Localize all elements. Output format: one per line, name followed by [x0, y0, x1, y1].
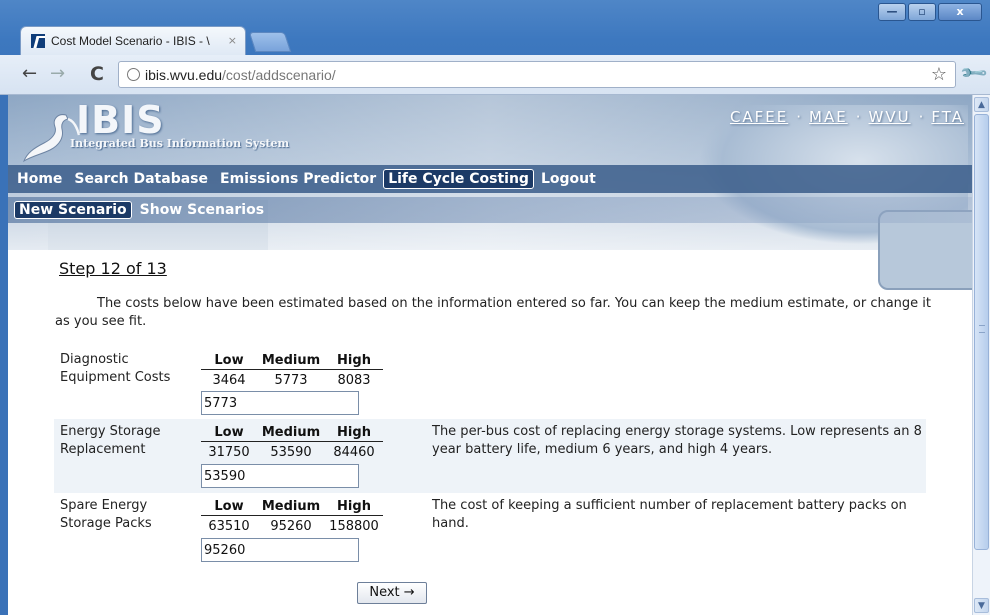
nav-home[interactable]: Home [12, 169, 67, 189]
high-value: 84460 [333, 444, 375, 460]
window-frame [0, 95, 8, 615]
page-viewport: IBIS Integrated Bus Information System C… [8, 95, 972, 615]
col-high-header: High [337, 425, 371, 440]
tab-title: Cost Model Scenario - IBIS - \ [51, 34, 210, 48]
url-host: ibis.wvu.edu [145, 66, 223, 83]
row-label: Energy Storage Replacement [60, 424, 161, 457]
vertical-scrollbar[interactable]: ▲ ▼ [972, 95, 990, 615]
medium-value: 5773 [274, 372, 308, 388]
cost-row-diagnostic: Diagnostic Equipment Costs Low Medium Hi… [54, 347, 926, 419]
site-logo[interactable]: IBIS [76, 98, 165, 142]
next-button[interactable]: Next → [357, 582, 427, 604]
cost-row-energy-storage: Energy Storage Replacement Low Medium Hi… [54, 419, 926, 493]
link-fta[interactable]: FTA [931, 108, 964, 126]
row-label: Diagnostic Equipment Costs [60, 352, 171, 385]
link-mae[interactable]: MAE [809, 108, 848, 126]
col-medium-header: Medium [261, 425, 321, 440]
browser-tab[interactable]: Cost Model Scenario - IBIS - \ × [20, 26, 246, 55]
header-banner: IBIS Integrated Bus Information System C… [8, 95, 972, 290]
col-low-header: Low [214, 353, 244, 368]
subnav-new-scenario[interactable]: New Scenario [14, 201, 132, 219]
low-value: 63510 [208, 518, 250, 534]
link-separator: · [796, 108, 802, 126]
col-low-header: Low [214, 499, 244, 514]
row-label: Spare Energy Storage Packs [60, 498, 152, 531]
link-cafee[interactable]: CAFEE [730, 108, 788, 126]
url-path: /cost/addscenario/ [222, 66, 336, 83]
sub-navigation: New Scenario Show Scenarios [8, 197, 972, 223]
main-navigation: Home Search Database Emissions Predictor… [8, 165, 972, 193]
low-value: 31750 [208, 444, 250, 460]
scroll-up-arrow-icon[interactable]: ▲ [974, 97, 989, 112]
high-value: 158800 [329, 518, 379, 534]
new-tab-button[interactable] [248, 32, 292, 52]
row-description: The per-bus cost of replacing energy sto… [432, 424, 922, 457]
col-high-header: High [337, 499, 371, 514]
medium-value: 95260 [270, 518, 312, 534]
scroll-down-arrow-icon[interactable]: ▼ [974, 598, 989, 613]
reload-icon[interactable]: C [90, 64, 104, 84]
tab-close-icon[interactable]: × [228, 34, 237, 47]
energy-storage-cost-input[interactable] [201, 464, 359, 488]
back-arrow-icon[interactable]: ← [22, 64, 37, 84]
estimate-table: Low Medium High 3464 5773 8083 [201, 349, 383, 390]
estimate-table: Low Medium High 63510 95260 158800 [201, 495, 383, 536]
page-info-icon[interactable] [127, 68, 140, 81]
browser-toolbar: ← → C ibis.wvu.edu/cost/addscenario/ ☆ [0, 55, 990, 95]
close-window-button[interactable]: x [938, 3, 982, 21]
spare-packs-cost-input[interactable] [201, 538, 359, 562]
maximize-button[interactable]: ▫ [908, 3, 936, 21]
subnav-show-scenarios[interactable]: Show Scenarios [135, 201, 269, 219]
nav-life-cycle-costing[interactable]: Life Cycle Costing [383, 169, 534, 189]
grip-icon [979, 325, 985, 333]
intro-text: The costs below have been estimated base… [55, 296, 932, 329]
link-wvu[interactable]: WVU [869, 108, 911, 126]
row-description: The cost of keeping a sufficient number … [432, 498, 907, 531]
medium-value: 53590 [270, 444, 312, 460]
nav-logout[interactable]: Logout [536, 169, 601, 189]
low-value: 3464 [212, 372, 246, 388]
diagnostic-cost-input[interactable] [201, 391, 359, 415]
nav-emissions-predictor[interactable]: Emissions Predictor [215, 169, 381, 189]
scroll-thumb[interactable] [974, 114, 989, 550]
col-medium-header: Medium [261, 499, 321, 514]
step-indicator: Step 12 of 13 [59, 259, 167, 278]
window-controls: — ▫ x [878, 3, 982, 21]
link-separator: · [918, 108, 924, 126]
address-bar[interactable]: ibis.wvu.edu/cost/addscenario/ ☆ [118, 61, 956, 88]
minimize-button[interactable]: — [878, 3, 906, 21]
partner-links: CAFEE · MAE · WVU · FTA [730, 108, 964, 126]
cost-row-spare-packs: Spare Energy Storage Packs Low Medium Hi… [54, 493, 926, 567]
nav-search-database[interactable]: Search Database [69, 169, 213, 189]
col-low-header: Low [214, 425, 244, 440]
high-value: 8083 [337, 372, 371, 388]
bookmark-star-icon[interactable]: ☆ [931, 64, 947, 85]
link-separator: · [855, 108, 861, 126]
col-medium-header: Medium [261, 353, 321, 368]
forward-arrow-icon[interactable]: → [50, 64, 65, 84]
ibis-favicon-icon [31, 34, 45, 48]
col-high-header: High [337, 353, 371, 368]
site-subtitle: Integrated Bus Information System [70, 137, 290, 150]
estimate-table: Low Medium High 31750 53590 84460 [201, 421, 383, 462]
